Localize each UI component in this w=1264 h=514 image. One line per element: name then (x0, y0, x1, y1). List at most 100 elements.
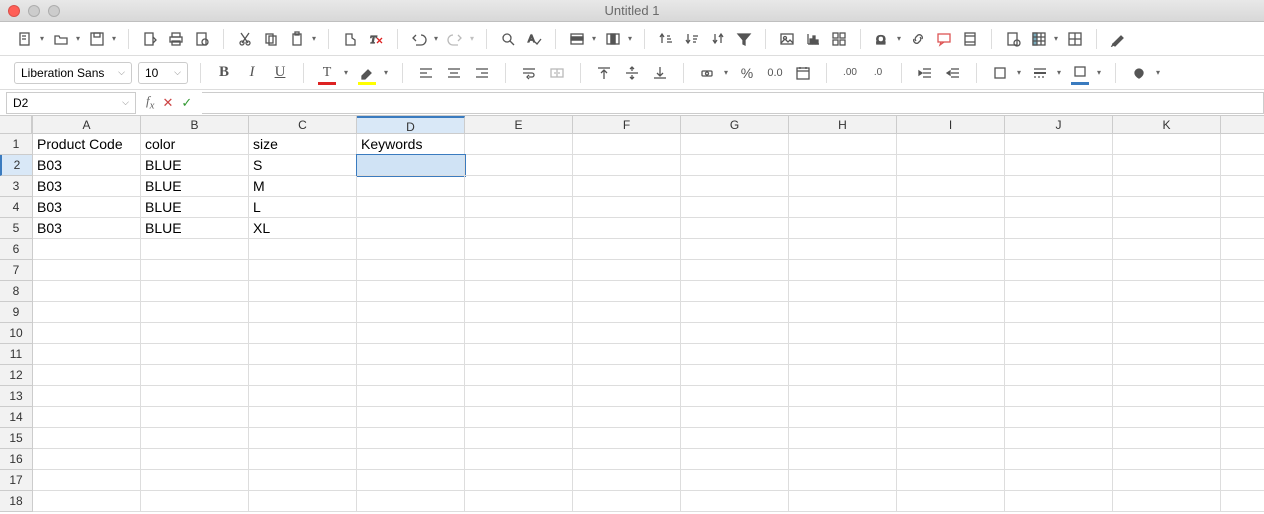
copy-icon[interactable] (260, 28, 282, 50)
cell[interactable] (681, 134, 789, 155)
cell[interactable] (897, 449, 1005, 470)
cell[interactable] (33, 470, 141, 491)
cell[interactable] (249, 470, 357, 491)
cell[interactable] (33, 344, 141, 365)
cell[interactable] (681, 428, 789, 449)
column-header[interactable]: F (573, 116, 681, 133)
cell[interactable] (1005, 365, 1113, 386)
cell[interactable] (249, 323, 357, 344)
cell[interactable] (1005, 302, 1113, 323)
cell[interactable] (33, 491, 141, 512)
column-header[interactable]: D (357, 116, 465, 133)
cell[interactable] (249, 386, 357, 407)
cell[interactable]: BLUE (141, 176, 249, 197)
cell[interactable] (573, 386, 681, 407)
new-icon[interactable] (14, 28, 36, 50)
row-header[interactable]: 14 (0, 407, 32, 428)
bold-button[interactable]: B (213, 62, 235, 84)
cell[interactable] (573, 218, 681, 239)
cell[interactable] (1221, 302, 1264, 323)
freeze-dropdown[interactable]: ▾ (1052, 34, 1060, 43)
sort-icon[interactable] (707, 28, 729, 50)
cell[interactable] (465, 386, 573, 407)
cell[interactable] (789, 281, 897, 302)
cell[interactable] (1005, 428, 1113, 449)
cell[interactable] (357, 428, 465, 449)
cell[interactable] (573, 176, 681, 197)
spellcheck-icon[interactable]: A (523, 28, 545, 50)
cell[interactable] (573, 491, 681, 512)
cell[interactable] (897, 407, 1005, 428)
cell[interactable] (897, 197, 1005, 218)
row-header[interactable]: 13 (0, 386, 32, 407)
cell[interactable] (789, 344, 897, 365)
cell[interactable] (1221, 260, 1264, 281)
cell[interactable]: B03 (33, 176, 141, 197)
cell[interactable]: B03 (33, 197, 141, 218)
row-header[interactable]: 5 (0, 218, 32, 239)
cell[interactable]: XL (249, 218, 357, 239)
cell[interactable]: L (249, 197, 357, 218)
cell[interactable] (1221, 176, 1264, 197)
cell[interactable] (141, 260, 249, 281)
cell[interactable] (1113, 449, 1221, 470)
cell[interactable]: BLUE (141, 197, 249, 218)
row-header[interactable]: 6 (0, 239, 32, 260)
minimize-window[interactable] (28, 5, 40, 17)
cell[interactable]: S (249, 155, 357, 176)
select-all-corner[interactable] (0, 116, 32, 134)
cell[interactable] (357, 218, 465, 239)
cell[interactable] (573, 470, 681, 491)
cell[interactable] (249, 302, 357, 323)
cell[interactable] (357, 470, 465, 491)
cell[interactable] (465, 344, 573, 365)
cell[interactable] (681, 491, 789, 512)
cell[interactable] (789, 134, 897, 155)
add-decimal-icon[interactable]: .00 (839, 62, 861, 84)
cell[interactable] (357, 281, 465, 302)
pivot-table-icon[interactable] (828, 28, 850, 50)
column-icon[interactable] (602, 28, 624, 50)
cell[interactable] (33, 281, 141, 302)
cell[interactable] (1221, 407, 1264, 428)
find-icon[interactable] (497, 28, 519, 50)
cell[interactable]: B03 (33, 218, 141, 239)
clone-formatting-icon[interactable] (339, 28, 361, 50)
cell[interactable] (33, 323, 141, 344)
cell[interactable] (465, 218, 573, 239)
cell[interactable] (1113, 407, 1221, 428)
cell[interactable] (357, 323, 465, 344)
cell[interactable] (1113, 239, 1221, 260)
cell[interactable] (33, 302, 141, 323)
cell[interactable] (1221, 218, 1264, 239)
cell[interactable] (681, 344, 789, 365)
cell[interactable] (897, 239, 1005, 260)
cell[interactable] (141, 470, 249, 491)
cell[interactable] (141, 323, 249, 344)
font-color-button[interactable]: T (316, 62, 338, 84)
cell[interactable] (1005, 260, 1113, 281)
cell[interactable]: M (249, 176, 357, 197)
cell[interactable] (1005, 491, 1113, 512)
cell[interactable] (573, 239, 681, 260)
cell[interactable] (465, 176, 573, 197)
cell[interactable] (681, 365, 789, 386)
column-header[interactable]: B (141, 116, 249, 133)
row-icon[interactable] (566, 28, 588, 50)
cell[interactable] (1221, 428, 1264, 449)
cell[interactable] (465, 239, 573, 260)
cancel-icon[interactable]: ✕ (162, 95, 173, 111)
column-dropdown[interactable]: ▾ (626, 34, 634, 43)
cell[interactable]: BLUE (141, 218, 249, 239)
cell[interactable] (573, 302, 681, 323)
underline-button[interactable]: U (269, 62, 291, 84)
paste-icon[interactable] (286, 28, 308, 50)
cell[interactable] (1221, 491, 1264, 512)
cell[interactable] (465, 491, 573, 512)
cell[interactable] (1221, 155, 1264, 176)
cell[interactable] (465, 155, 573, 176)
cell[interactable] (573, 281, 681, 302)
cell[interactable] (1221, 197, 1264, 218)
cell[interactable] (1113, 428, 1221, 449)
highlight-color-dropdown[interactable]: ▾ (382, 68, 390, 77)
